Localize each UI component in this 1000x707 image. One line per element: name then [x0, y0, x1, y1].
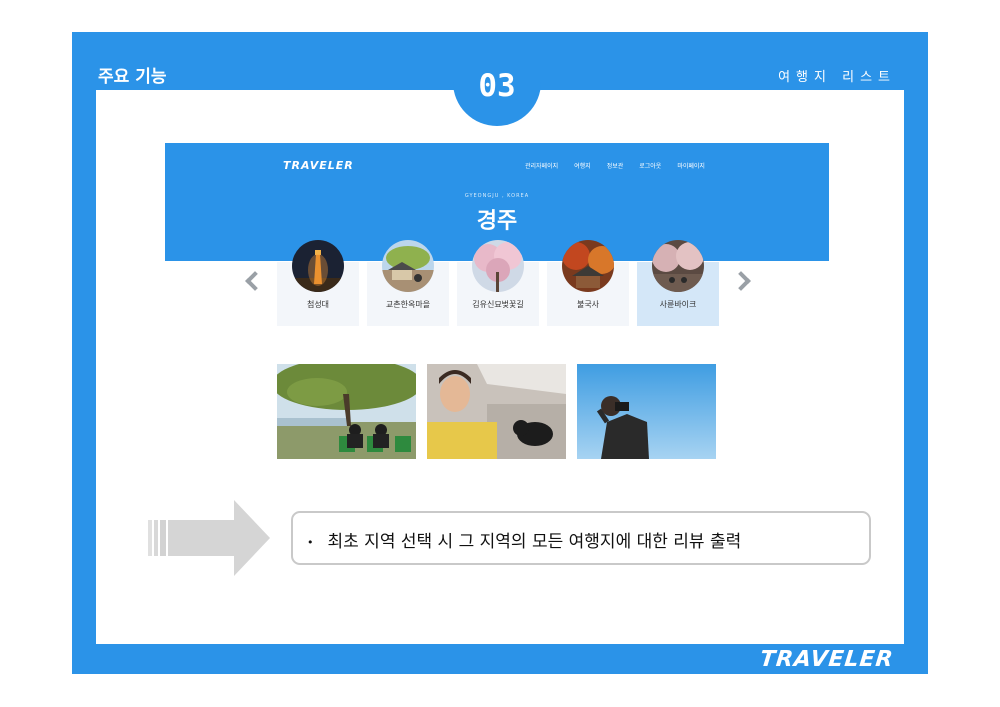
section-number: 03: [478, 68, 516, 104]
place-name: 첨성대: [306, 300, 330, 309]
place-name: 김유신묘벚꽃길: [472, 300, 524, 309]
place-thumbnail: [472, 240, 524, 292]
region-title: 경주: [476, 209, 518, 234]
place-name: 교촌한옥마을: [385, 300, 431, 309]
place-thumbnail: [562, 240, 614, 292]
place-card[interactable]: 교촌한옥마을: [367, 240, 449, 326]
place-thumbnail: [382, 240, 434, 292]
nav-item-destinations[interactable]: 여행지: [574, 161, 591, 170]
place-thumbnail: [652, 240, 704, 292]
place-thumbnail: [292, 240, 344, 292]
section-title: 주요 기능: [98, 67, 167, 87]
site-logo[interactable]: TRAVELER: [283, 159, 354, 172]
place-card[interactable]: 불국사: [547, 240, 629, 326]
review-photo[interactable]: [277, 364, 416, 459]
nav-item-mypage[interactable]: 마이페이지: [677, 161, 705, 170]
feature-description-box: • 최초 지역 선택 시 그 지역의 모든 여행지에 대한 리뷰 출력: [291, 511, 871, 565]
site-nav: 관리자페이지 여행지 정보관 로그아웃 마이페이지: [525, 161, 705, 170]
arrow-right-icon: [148, 500, 270, 580]
brand-logo: TRAVELER: [759, 647, 896, 672]
place-card[interactable]: 김유신묘벚꽃길: [457, 240, 539, 326]
place-name: 불국사: [576, 300, 600, 309]
place-card-active[interactable]: 사륜바이크: [637, 240, 719, 326]
section-label: 여행지 리스트: [778, 70, 896, 85]
review-photo[interactable]: [427, 364, 566, 459]
nav-item-info[interactable]: 정보관: [607, 161, 624, 170]
nav-item-admin[interactable]: 관리자페이지: [525, 161, 558, 170]
nav-item-logout[interactable]: 로그아웃: [639, 161, 661, 170]
place-name: 사륜바이크: [659, 300, 697, 309]
region-subtitle: GYEONGJU , KOREA: [464, 193, 530, 199]
review-photo[interactable]: [577, 364, 716, 459]
feature-description: • 최초 지역 선택 시 그 지역의 모든 여행지에 대한 리뷰 출력: [307, 527, 741, 552]
bullet-icon: •: [307, 535, 314, 549]
feature-description-text: 최초 지역 선택 시 그 지역의 모든 여행지에 대한 리뷰 출력: [327, 532, 742, 552]
place-card[interactable]: 첨성대: [277, 240, 359, 326]
